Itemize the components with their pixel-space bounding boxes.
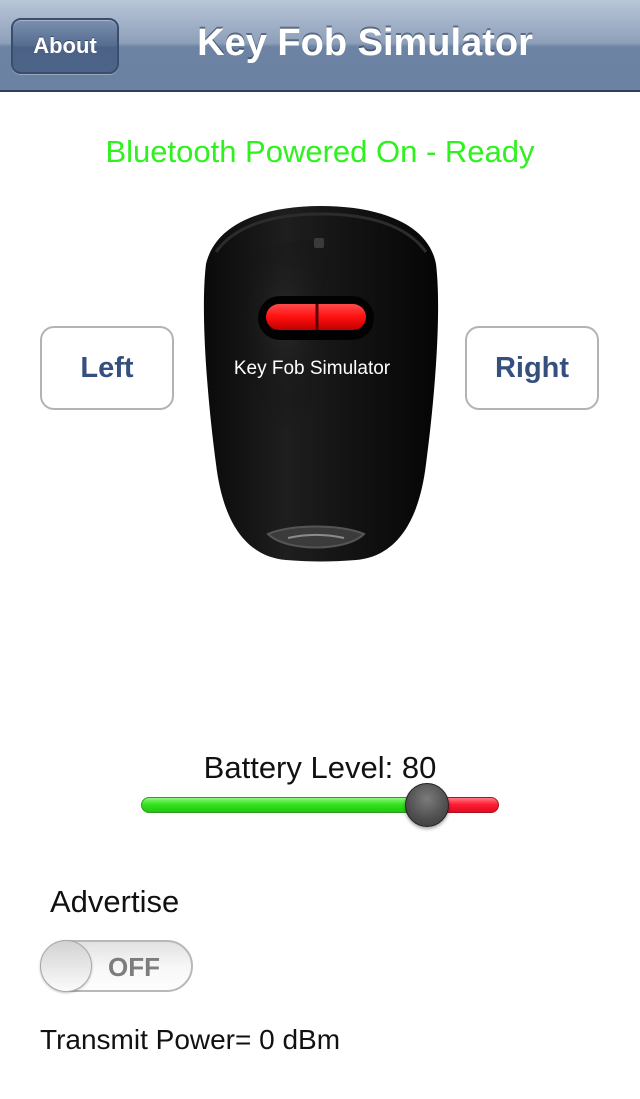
about-button[interactable]: About xyxy=(11,18,119,74)
battery-slider-fill xyxy=(141,797,427,813)
bluetooth-status: Bluetooth Powered On - Ready xyxy=(105,134,535,169)
advertise-toggle[interactable]: OFF xyxy=(40,940,193,992)
toggle-knob xyxy=(40,940,92,992)
navigation-bar: About Key Fob Simulator xyxy=(0,0,640,92)
key-fob-image[interactable] xyxy=(196,204,446,564)
advertise-label: Advertise xyxy=(50,884,180,919)
page-title: Key Fob Simulator xyxy=(197,22,533,64)
left-button[interactable]: Left xyxy=(40,326,174,410)
battery-slider[interactable] xyxy=(141,783,499,827)
battery-level-label: Battery Level: 80 xyxy=(203,750,437,785)
right-button[interactable]: Right xyxy=(465,326,599,410)
battery-slider-thumb[interactable] xyxy=(405,783,449,827)
transmit-power-label: Transmit Power= 0 dBm xyxy=(40,1024,341,1055)
toggle-state: OFF xyxy=(108,952,160,982)
fob-label: Key Fob Simulator xyxy=(233,358,391,379)
fob-top-slot xyxy=(314,238,324,248)
